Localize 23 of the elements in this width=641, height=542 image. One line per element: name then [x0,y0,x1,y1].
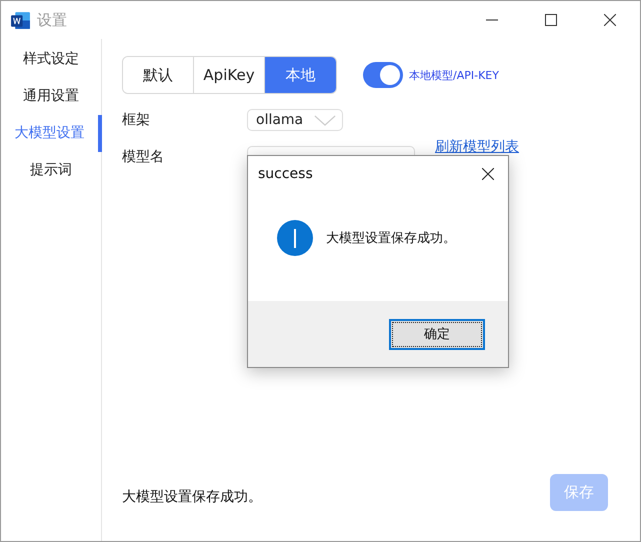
ok-button[interactable]: 确定 [389,318,485,350]
close-icon[interactable] [482,168,494,180]
info-icon [277,220,313,256]
status-message: 大模型设置保存成功。 [122,488,262,506]
window-title: 设置 [37,10,67,30]
field-label: 模型名 [122,148,165,166]
toggle-switch[interactable] [363,62,403,88]
document-app-icon [10,10,31,30]
close-icon[interactable] [604,14,616,26]
toggle-label: 本地模型/API-KEY [409,68,499,82]
sidebar-item[interactable]: 通用设置 [1,78,101,115]
refresh-link[interactable]: 刷新模型列表 [435,138,519,156]
dialog-title: success [258,166,313,182]
maximize-icon[interactable] [545,14,557,26]
chevron-icon [314,114,336,126]
framework-select[interactable]: ollama [247,109,343,131]
sidebar-item[interactable]: 提示词 [1,152,101,189]
sidebar-item[interactable]: 大模型设置 [1,115,102,152]
dialog-message: 大模型设置保存成功。 [326,230,456,246]
field-label: 框架 [122,111,151,129]
sidebar-item[interactable]: 样式设定 [1,41,101,78]
mode-tab[interactable]: 默认 [123,57,194,93]
mode-tab[interactable]: 本地 [265,57,336,93]
